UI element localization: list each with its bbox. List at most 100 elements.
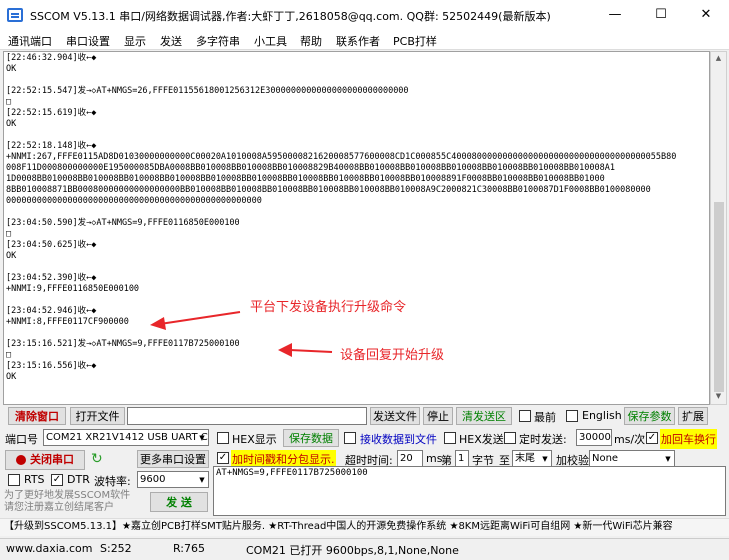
add-crlf-label: 加回车换行	[660, 429, 717, 449]
log-line: 8BB010008871BB00080000000000000000BB0100…	[6, 185, 651, 195]
menu-item[interactable]: 通讯端口	[8, 33, 52, 49]
scroll-down-icon[interactable]: ▼	[711, 392, 726, 400]
english-checkbox[interactable]	[566, 410, 578, 422]
send-file-button[interactable]: 发送文件	[370, 407, 420, 425]
send-text-area[interactable]: AT+NMGS=9,FFFE0117B725000100	[213, 466, 726, 516]
menu-item[interactable]: 串口设置	[66, 33, 110, 49]
title-bar: SSCOM V5.13.1 串口/网络数据调试器,作者:大虾丁丁,2618058…	[0, 0, 729, 30]
dtr-checkbox[interactable]: ✓	[51, 474, 63, 486]
menu-item[interactable]: 多字符串	[196, 33, 240, 49]
hex-display-label: HEX显示	[232, 433, 277, 446]
send-button[interactable]: 发 送	[150, 492, 208, 512]
status-sent: S:252	[100, 542, 132, 555]
recv-to-file-checkbox[interactable]	[344, 432, 356, 444]
timeout-input[interactable]: 20	[397, 450, 423, 467]
dtr-label: DTR	[67, 473, 90, 486]
log-line: [22:46:32.904]收←◆	[6, 53, 97, 63]
log-line: +NNMI:267,FFFE0115AD8D01030000000000C000…	[6, 152, 677, 162]
topmost-checkbox[interactable]	[519, 410, 531, 422]
stop-button[interactable]: 停止	[423, 407, 453, 425]
log-line: [23:04:50.590]发→◇AT+NMGS=9,FFFE0116850E0…	[6, 218, 240, 228]
menu-item[interactable]: 帮助	[300, 33, 322, 49]
baud-label: 波特率:	[94, 475, 131, 488]
chevron-down-icon: ▼	[542, 455, 548, 463]
news-ticker[interactable]: 【升级到SSCOM5.13.1】★嘉立创PCB打样SMT贴片服务. ★RT-Th…	[0, 518, 729, 536]
status-received: R:765	[173, 542, 206, 555]
hex-send-label: HEX发送	[459, 433, 504, 446]
log-scrollbar[interactable]: ▲ ▼	[710, 51, 727, 405]
timed-send-label: 定时发送:	[519, 433, 567, 446]
timeout-unit: ms	[426, 452, 443, 465]
menu-item[interactable]: PCB打样	[393, 33, 437, 49]
port-status-icon	[16, 455, 26, 465]
log-line: +NNMI:9,FFFE0116850E000100	[6, 284, 140, 294]
recv-to-file-label: 接收数据到文件	[360, 433, 437, 446]
hex-display-checkbox[interactable]	[217, 432, 229, 444]
open-file-button[interactable]: 打开文件	[70, 407, 125, 425]
hex-send-checkbox[interactable]	[444, 432, 456, 444]
window-title: SSCOM V5.13.1 串口/网络数据调试器,作者:大虾丁丁,2618058…	[30, 10, 551, 23]
timestamp-checkbox[interactable]: ✓	[217, 452, 229, 464]
menu-item[interactable]: 发送	[160, 33, 182, 49]
end-select[interactable]: 末尾 ▼	[512, 450, 552, 467]
file-path-input[interactable]	[127, 407, 367, 425]
topmost-label: 最前	[534, 411, 556, 424]
maximize-button[interactable]: ☐	[638, 0, 684, 30]
log-line: [22:52:15.619]收←◆	[6, 108, 97, 118]
refresh-icon[interactable]: ↻	[91, 451, 107, 467]
scroll-up-icon[interactable]: ▲	[711, 54, 726, 62]
timed-send-checkbox[interactable]	[504, 432, 516, 444]
port-select[interactable]: COM21 XR21V1412 USB UART C ▼	[43, 429, 209, 446]
log-line: [23:04:50.625]收←◆	[6, 240, 97, 250]
interval-input[interactable]: 30000	[576, 429, 612, 446]
add-crlf-checkbox[interactable]: ✓	[646, 432, 658, 444]
byte-index-input[interactable]: 1	[455, 450, 469, 467]
clear-send-button[interactable]: 清发送区	[456, 407, 512, 425]
chevron-down-icon: ▼	[199, 434, 205, 442]
chevron-down-icon: ▼	[665, 455, 671, 463]
status-site[interactable]: www.daxia.com	[6, 542, 93, 555]
log-line: OK	[6, 251, 17, 261]
log-line: +NNMI:8,FFFE0117CF900000	[6, 317, 129, 327]
checksum-select[interactable]: None ▼	[589, 450, 675, 467]
port-label: 端口号	[5, 433, 38, 446]
log-line: OK	[6, 64, 17, 74]
log-line: 0000000000000000000000000000000000000000…	[6, 196, 262, 206]
clear-window-button[interactable]: 清除窗口	[8, 407, 66, 425]
log-line: 008F11D000800000000E195000085DBA0008BB01…	[6, 163, 615, 173]
scroll-thumb[interactable]	[714, 202, 724, 392]
status-port-state: COM21 已打开 9600bps,8,1,None,None	[246, 544, 459, 557]
baud-select[interactable]: 9600 ▼	[137, 471, 209, 488]
log-line: □	[6, 229, 12, 239]
promo-text[interactable]: 为了更好地发展SSCOM软件 请您注册嘉立创结尾客户	[4, 490, 130, 514]
interval-unit: ms/次	[614, 433, 646, 446]
english-label: English	[582, 409, 622, 422]
menu-item[interactable]: 小工具	[254, 33, 287, 49]
minimize-button[interactable]: —	[592, 0, 638, 30]
log-line: OK	[6, 372, 17, 382]
log-line: [22:52:18.148]收←◆	[6, 141, 97, 151]
close-button[interactable]: ✕	[683, 0, 729, 30]
log-line: □	[6, 97, 12, 107]
annotation-device-reply: 设备回复开始升级	[340, 348, 445, 363]
menu-item[interactable]: 显示	[124, 33, 146, 49]
log-line: OK	[6, 119, 17, 129]
menu-bar: 通讯端口 串口设置 显示 发送 多字符串 小工具 帮助 联系作者 PCB打样	[0, 30, 729, 50]
save-params-button[interactable]: 保存参数	[624, 407, 675, 425]
log-line: [23:04:52.390]收←◆	[6, 273, 97, 283]
rts-checkbox[interactable]	[8, 474, 20, 486]
save-data-button[interactable]: 保存数据	[283, 429, 339, 447]
log-line: 1D0008BB010008BB010008BB010008BB010008BB…	[6, 174, 605, 184]
close-port-button[interactable]: 关闭串口	[5, 450, 85, 470]
more-settings-button[interactable]: 更多串口设置	[137, 450, 209, 468]
menu-item[interactable]: 联系作者	[336, 33, 380, 49]
rts-label: RTS	[24, 473, 45, 486]
chevron-down-icon: ▼	[199, 476, 205, 484]
expand-button[interactable]: 扩展	[678, 407, 708, 425]
app-icon	[7, 8, 23, 22]
